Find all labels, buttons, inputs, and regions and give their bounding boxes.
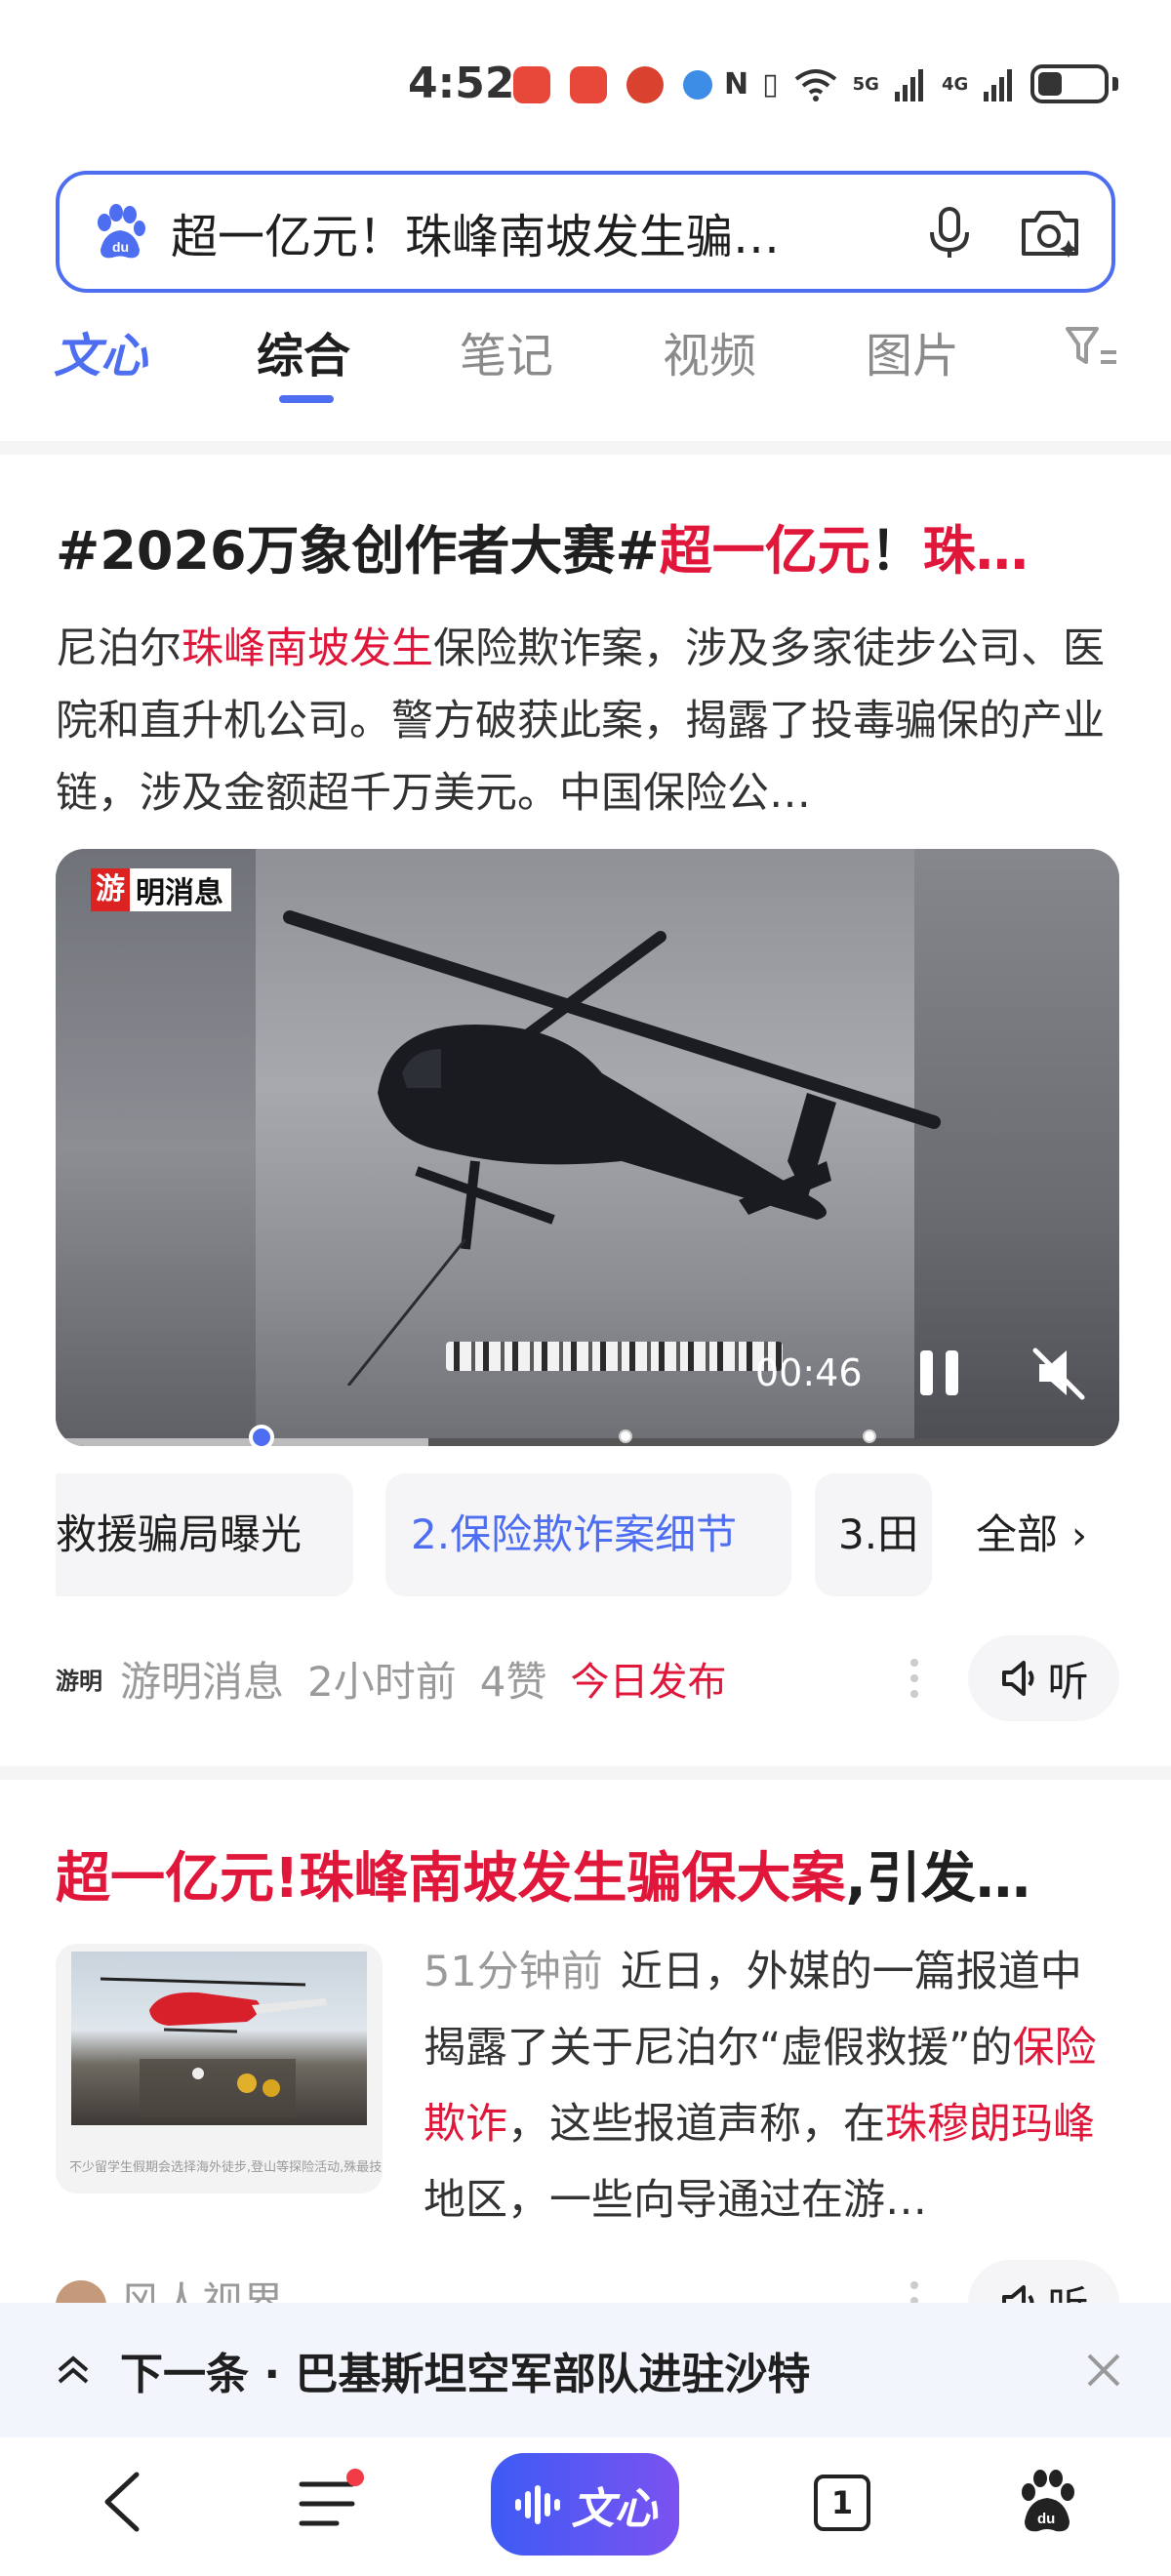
result-source-row: 游明 游明消息 2小时前 4赞 今日发布 <box>56 1639 1119 1717</box>
video-time: 00:46 <box>755 1351 863 1394</box>
close-icon[interactable] <box>1085 2352 1122 2389</box>
result-thumbnail[interactable]: 不少留学生假期会选择海外徒步,登山等探险活动,殊最技 <box>56 1944 383 2194</box>
search-input[interactable]: 超一亿元！珠峰南坡发生骗… <box>171 198 920 266</box>
shop-app-icon <box>513 66 550 103</box>
result-title[interactable]: #2026万象创作者大赛#超一亿元！珠… <box>56 507 1100 584</box>
svg-text:du: du <box>1037 2511 1055 2527</box>
chapter-marker <box>863 1429 876 1443</box>
network-type: 5G <box>852 73 879 95</box>
source-name[interactable]: 游明消息 <box>120 1649 284 1709</box>
pause-icon[interactable] <box>914 1347 965 1399</box>
today-badge: 今日发布 <box>570 1660 727 1705</box>
game-app-icon <box>626 66 664 103</box>
back-icon[interactable] <box>98 2471 146 2533</box>
thumbnail-caption: 不少留学生假期会选择海外徒步,登山等探险活动,殊最技 <box>69 2160 383 2175</box>
vibrate-icon: ▯ <box>762 66 779 101</box>
tab-images[interactable]: 图片 <box>866 317 959 385</box>
section-divider <box>0 441 1171 455</box>
mute-icon[interactable] <box>1030 1345 1088 1401</box>
shop-app-icon <box>570 66 607 103</box>
svg-text:du: du <box>112 239 129 255</box>
chevron-right-icon: › <box>1071 1513 1088 1558</box>
battery-icon <box>1030 64 1110 103</box>
browser-app-icon <box>683 70 712 100</box>
chapter-marker <box>619 1429 632 1443</box>
all-chapters-button[interactable]: 全部 › <box>968 1473 1119 1596</box>
publish-time: 2小时前 <box>307 1657 457 1706</box>
signal-icon <box>894 69 923 101</box>
status-bar: 4:52 N ▯ 5G 4G <box>0 0 1171 156</box>
notification-dot <box>346 2469 364 2486</box>
signal-icon-2 <box>984 69 1013 101</box>
chapter-chip-2[interactable]: 2.保险欺诈案细节 <box>385 1473 791 1596</box>
helicopter-rescue-image <box>71 1952 367 2125</box>
bottom-navigation: 文心 1 du <box>0 2437 1171 2576</box>
battery-tip <box>1112 77 1119 91</box>
more-options-icon[interactable] <box>909 1657 919 1700</box>
progress-handle[interactable] <box>249 1425 274 1450</box>
listen-button[interactable]: 听 <box>968 1635 1119 1721</box>
result-description-2[interactable]: 51分钟前 近日，外媒的一篇报道中揭露了关于尼泊尔“虚假救援”的保险欺诈，这些报道… <box>424 1934 1119 2238</box>
filter-icon[interactable] <box>1064 323 1118 370</box>
section-divider <box>0 1766 1171 1780</box>
camera-search-icon[interactable] <box>1018 203 1084 262</box>
menu-icon[interactable] <box>298 2469 364 2533</box>
baidu-paw-icon: du <box>98 203 145 258</box>
video-blur-left <box>56 849 256 1446</box>
search-tabs: 文心 综合 笔记 视频 图片 <box>0 317 1171 410</box>
result-title-2[interactable]: 超一亿元!珠峰南坡发生骗保大案,引发… <box>56 1834 1110 1913</box>
chapter-chips: 救援骗局曝光 2.保险欺诈案细节 3.田 全部 › <box>56 1473 1119 1598</box>
chapter-chip-3[interactable]: 3.田 <box>815 1473 932 1596</box>
video-source-badge: 游明消息 <box>91 868 231 911</box>
tab-count-button[interactable]: 1 <box>814 2475 870 2531</box>
system-icons: N ▯ 5G 4G <box>724 64 1119 103</box>
baidu-home-icon[interactable]: du <box>1015 2467 1079 2535</box>
next-article-title[interactable]: 下一条 · 巴基斯坦空军部队进驻沙特 <box>120 2339 810 2401</box>
active-tab-indicator <box>279 395 334 403</box>
tab-wenxin[interactable]: 文心 <box>54 317 147 385</box>
helicopter-image <box>283 910 941 1386</box>
notification-icons <box>513 66 712 103</box>
network-type-2: 4G <box>941 73 969 95</box>
nfc-icon: N <box>724 66 749 101</box>
video-subtitle-blur <box>446 1342 783 1371</box>
tab-videos[interactable]: 视频 <box>663 317 756 385</box>
double-chevron-up-icon <box>58 2355 89 2384</box>
tab-all[interactable]: 综合 <box>257 317 350 385</box>
like-count: 4赞 <box>479 1657 547 1706</box>
speaker-icon <box>1002 1661 1034 1696</box>
status-time: 4:52 <box>408 59 515 108</box>
result-description[interactable]: 尼泊尔珠峰南坡发生保险欺诈案，涉及多家徒步公司、医院和直升机公司。警方破获此案，… <box>56 613 1119 829</box>
chapter-chip-1[interactable]: 救援骗局曝光 <box>56 1473 353 1596</box>
wenxin-button[interactable]: 文心 <box>491 2453 679 2556</box>
source-logo: 游明 <box>56 1667 102 1695</box>
video-progress-fill <box>56 1438 428 1446</box>
video-player[interactable]: 游明消息 00:46 <box>56 849 1119 1446</box>
sound-wave-icon <box>514 2484 560 2524</box>
video-progress-bar[interactable] <box>56 1438 1119 1446</box>
wifi-icon <box>794 69 836 101</box>
tab-notes[interactable]: 笔记 <box>460 317 553 385</box>
microphone-icon[interactable] <box>920 203 979 262</box>
next-article-bar[interactable]: 下一条 · 巴基斯坦空军部队进驻沙特 <box>0 2303 1171 2437</box>
search-box[interactable]: du 超一亿元！珠峰南坡发生骗… <box>56 171 1115 293</box>
